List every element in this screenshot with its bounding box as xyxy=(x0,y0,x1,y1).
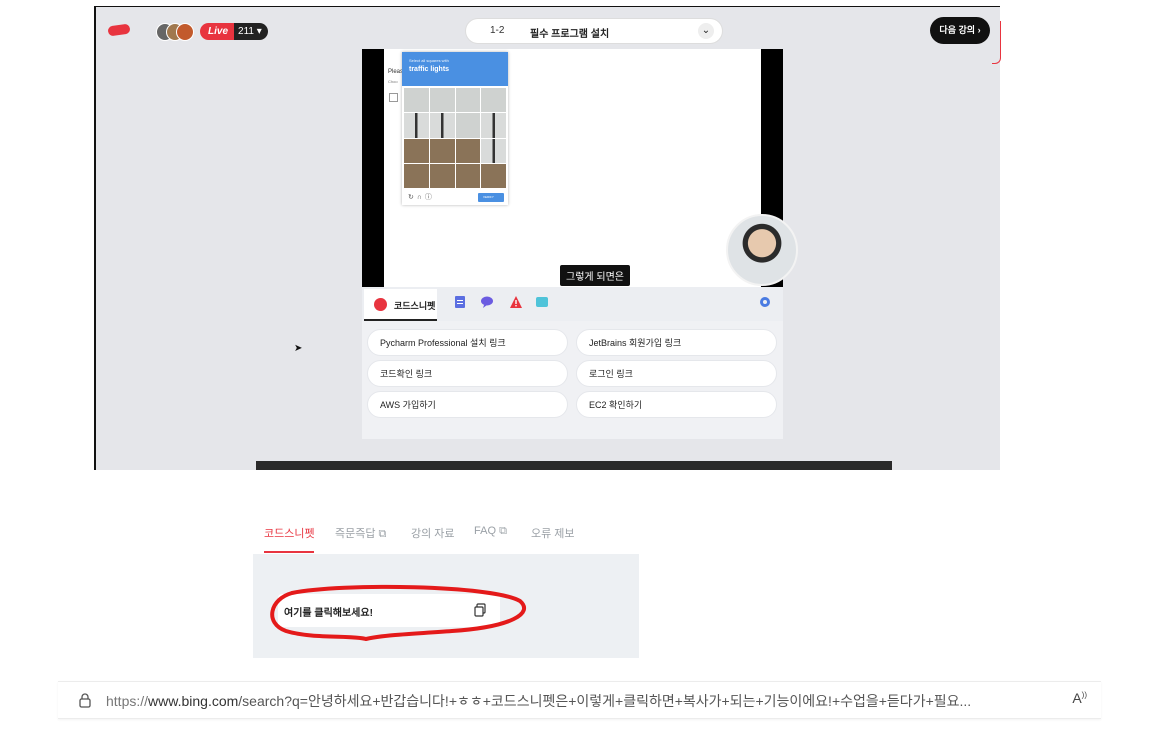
snippet-link-jetbrains[interactable]: JetBrains 회원가입 링크 xyxy=(576,329,777,356)
snippet-link-login[interactable]: 로그인 링크 xyxy=(576,360,777,387)
tab-error-report[interactable]: 오류 제보 xyxy=(531,525,575,541)
mouse-cursor-icon: ➤ xyxy=(294,343,303,354)
url-scheme: https:// xyxy=(106,693,149,709)
chevron-right-icon: › xyxy=(977,25,981,35)
tab-code-snippet[interactable]: 코드스니펫 xyxy=(364,289,437,321)
read-aloud-label: A xyxy=(1072,690,1082,706)
tab-instant-qa-label: 즉문즉답 xyxy=(335,528,376,540)
captcha-tools: ↻∩ⓘ xyxy=(408,192,435,202)
active-tab-underline xyxy=(264,551,314,553)
captcha-side-sub: Choo xyxy=(388,79,398,84)
brand-logo[interactable] xyxy=(107,23,131,37)
snippet-link-aws[interactable]: AWS 가입하기 xyxy=(367,391,568,418)
snippet-link-panel: 코드스니펫 Pycharm Professional 설치 링크 JetBrai… xyxy=(362,287,783,439)
external-link-icon: ⧉ xyxy=(499,525,507,537)
info-icon: ⓘ xyxy=(424,194,435,201)
captcha-checkbox xyxy=(389,93,398,102)
panel-tab-bar: 코드스니펫 xyxy=(362,287,783,321)
tab-lecture-materials[interactable]: 강의 자료 xyxy=(411,525,455,541)
captcha-side-label: Pleas xyxy=(388,69,404,75)
viewer-count: 211 xyxy=(238,26,254,37)
tab-instant-qa[interactable]: 즉문즉답 ⧉ xyxy=(335,525,386,541)
captcha-target: traffic lights xyxy=(409,66,450,73)
url-host: www.bing.com xyxy=(148,693,239,709)
snippet-copy-card[interactable]: 여기를 클릭해보세요! xyxy=(278,594,500,627)
chevron-down-icon: ▾ xyxy=(256,26,262,37)
snippet-link-ec2[interactable]: EC2 확인하기 xyxy=(576,391,777,418)
external-link-icon: ⧉ xyxy=(378,528,387,540)
captcha-widget: Select all squares with traffic lights ↻… xyxy=(402,52,508,205)
next-lesson-button[interactable]: 다음 강의 › xyxy=(930,17,990,44)
warning-icon[interactable] xyxy=(509,295,523,309)
browser-address-bar[interactable]: https://www.bing.com/search?q=안녕하세요+반갑습니… xyxy=(58,681,1101,719)
captcha-instruction: Select all squares with xyxy=(409,58,449,63)
video-player: Live 211 ▾ 1-2 필수 프로그램 설치 ⌄ 다음 강의 › Plea… xyxy=(94,6,1001,470)
url-path: /search?q=안녕하세요+반갑습니다!+ㅎㅎ+코드스니펫은+이렇게+클릭하… xyxy=(238,693,972,709)
video-frame[interactable]: Pleas Choo Select all squares with traff… xyxy=(362,49,798,287)
instructor-webcam xyxy=(726,214,798,286)
tab-faq-label: FAQ xyxy=(474,525,497,537)
document-icon[interactable] xyxy=(453,295,467,309)
video-subtitle: 그렇게 되면은 xyxy=(560,265,630,286)
headphones-icon: ∩ xyxy=(416,194,425,201)
avatar xyxy=(176,23,194,41)
side-panel-edge xyxy=(992,21,1001,64)
lesson-select[interactable]: 1-2 필수 프로그램 설치 ⌄ xyxy=(466,19,722,43)
tab-faq[interactable]: FAQ ⧉ xyxy=(474,525,507,538)
tab-code-snippet[interactable]: 코드스니펫 xyxy=(264,525,315,541)
live-label: Live xyxy=(200,23,235,40)
tab-code-snippet-label: 코드스니펫 xyxy=(394,301,436,311)
next-lesson-label: 다음 강의 xyxy=(939,25,976,35)
snippet-link-grid: Pycharm Professional 설치 링크 JetBrains 회원가… xyxy=(367,329,777,418)
refresh-icon: ↻ xyxy=(408,194,417,201)
captcha-grid xyxy=(404,88,506,188)
captcha-verify-button: VERIFY xyxy=(478,193,504,202)
chat-icon[interactable] xyxy=(480,295,494,309)
faq-icon[interactable] xyxy=(535,295,549,309)
lesson-title: 필수 프로그램 설치 xyxy=(530,29,610,40)
gear-icon[interactable] xyxy=(758,295,772,309)
url-text[interactable]: https://www.bing.com/search?q=안녕하세요+반갑습니… xyxy=(106,691,1056,711)
lesson-number: 1-2 xyxy=(490,25,505,36)
captcha-verify-label: VERIFY xyxy=(483,195,494,199)
chevron-down-icon: ⌄ xyxy=(698,23,714,39)
lock-icon[interactable] xyxy=(78,692,92,708)
snippet-icon xyxy=(374,298,387,311)
player-progress-bar[interactable] xyxy=(256,461,892,470)
snippet-text: 여기를 클릭해보세요! xyxy=(284,608,373,619)
live-viewer-badge[interactable]: Live 211 ▾ xyxy=(200,23,268,40)
read-aloud-icon[interactable]: A)) xyxy=(1072,690,1087,706)
snippet-link-code-check[interactable]: 코드확인 링크 xyxy=(367,360,568,387)
captcha-header: Select all squares with traffic lights xyxy=(402,52,508,86)
snippet-link-pycharm[interactable]: Pycharm Professional 설치 링크 xyxy=(367,329,568,356)
copy-icon[interactable] xyxy=(473,603,487,617)
